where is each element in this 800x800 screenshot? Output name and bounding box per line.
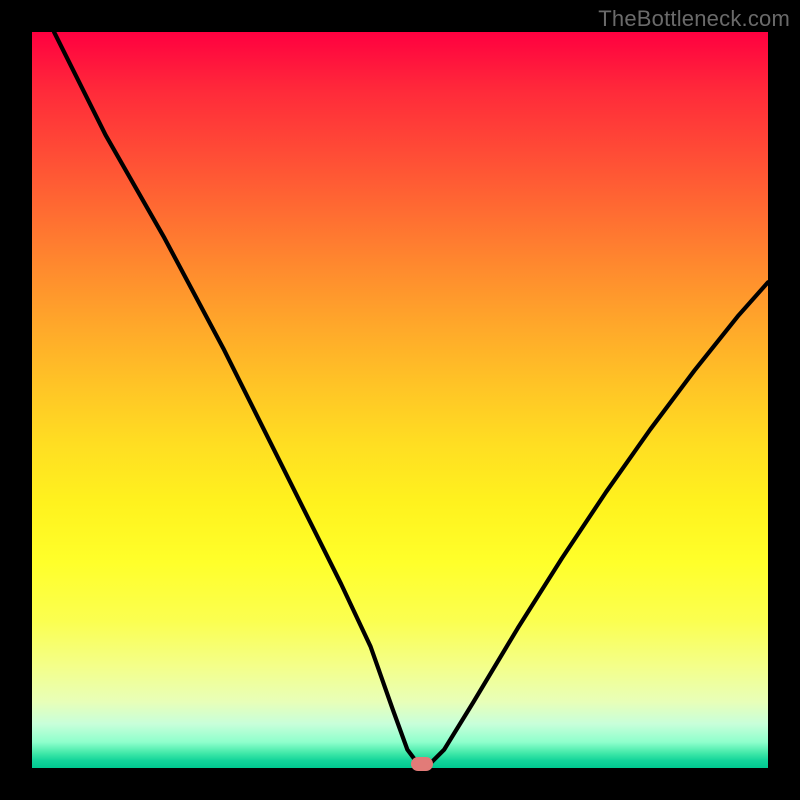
plot-area: [32, 32, 768, 768]
watermark-text: TheBottleneck.com: [598, 6, 790, 32]
chart-frame: TheBottleneck.com: [0, 0, 800, 800]
optimum-marker: [411, 757, 433, 771]
bottleneck-curve: [32, 32, 768, 768]
